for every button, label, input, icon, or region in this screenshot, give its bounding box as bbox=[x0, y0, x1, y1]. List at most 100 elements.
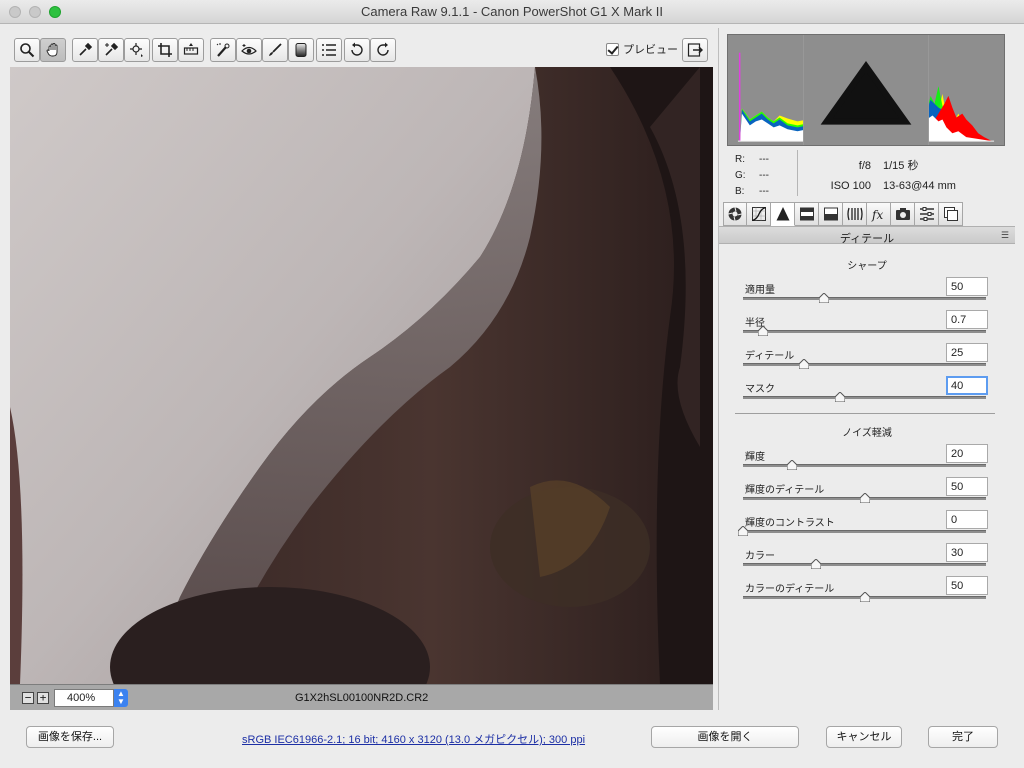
iso-value: ISO 100 bbox=[830, 180, 871, 192]
tab-basic[interactable] bbox=[723, 202, 747, 226]
slider-value-field[interactable]: 40 bbox=[946, 376, 988, 395]
filename-label: G1X2hSL00100NR2D.CR2 bbox=[295, 692, 429, 704]
slider-label: 輝度のコントラスト bbox=[745, 518, 835, 529]
slider-thumb-icon[interactable] bbox=[798, 358, 810, 370]
tab-split-toning[interactable] bbox=[819, 202, 843, 226]
slider-value-field[interactable]: 0.7 bbox=[946, 310, 988, 329]
red-eye-tool[interactable] bbox=[236, 38, 262, 62]
right-panel: R: --- G: --- B: --- f/8 1/15 秒 ISO 100 13-63… bbox=[718, 28, 1015, 710]
slider-label: 輝度のディテール bbox=[745, 485, 825, 496]
slider-row: 半径 0.7 bbox=[743, 310, 988, 346]
targeted-adjustment-tool[interactable] bbox=[124, 38, 150, 62]
tab-effects[interactable]: fx bbox=[867, 202, 891, 226]
save-image-button[interactable]: 画像を保存... bbox=[26, 726, 114, 748]
lens-icon bbox=[846, 207, 863, 221]
bottom-bar: 画像を保存... sRGB IEC61966-2.1; 16 bit; 4160… bbox=[0, 712, 1024, 768]
slider-value-field[interactable]: 50 bbox=[946, 576, 988, 595]
section-divider bbox=[735, 413, 995, 414]
rgb-readout: R: --- G: --- B: --- bbox=[735, 152, 769, 200]
panel-header: ディテール ☰ bbox=[719, 226, 1015, 245]
slider-row: 適用量 50 bbox=[743, 277, 988, 313]
preview-toggle[interactable]: プレビュー bbox=[606, 41, 678, 57]
slider-label: 適用量 bbox=[745, 285, 775, 296]
hand-tool[interactable] bbox=[40, 38, 66, 62]
done-button[interactable]: 完了 bbox=[928, 726, 998, 748]
image-preview[interactable] bbox=[10, 67, 713, 684]
color-sampler-icon bbox=[105, 42, 119, 56]
magnifier-icon bbox=[20, 43, 35, 58]
zoom-tool[interactable] bbox=[14, 38, 40, 62]
slider-thumb-icon[interactable] bbox=[818, 292, 830, 304]
zoom-level-field[interactable]: 400% bbox=[54, 689, 114, 707]
slider-track[interactable] bbox=[743, 530, 986, 533]
slider-thumb-icon[interactable] bbox=[859, 492, 870, 504]
slider-row: 輝度 20 bbox=[743, 444, 988, 480]
histogram bbox=[727, 34, 1005, 146]
workflow-options-link[interactable]: sRGB IEC61966-2.1; 16 bit; 4160 x 3120 (… bbox=[242, 731, 585, 747]
spot-removal-tool[interactable] bbox=[210, 38, 236, 62]
slider-track[interactable] bbox=[743, 363, 986, 366]
chevron-updown-icon: ▲ ▼ bbox=[117, 689, 125, 706]
r-value: --- bbox=[759, 154, 769, 165]
zoom-in-button[interactable]: + bbox=[37, 692, 49, 704]
preview-checkbox[interactable] bbox=[606, 42, 619, 56]
panel-menu-icon[interactable]: ☰ bbox=[1001, 230, 1009, 241]
sharpen-section-title: シャープ bbox=[847, 261, 887, 272]
open-image-button[interactable]: 画像を開く bbox=[651, 726, 799, 748]
aperture-value: f/8 bbox=[858, 160, 871, 172]
slider-row: カラーのディテール 50 bbox=[743, 576, 988, 612]
slider-track[interactable] bbox=[743, 297, 986, 300]
slider-value-field[interactable]: 25 bbox=[946, 343, 988, 362]
tab-hsl[interactable] bbox=[795, 202, 819, 226]
slider-thumb-icon[interactable] bbox=[834, 391, 846, 403]
eyedropper-icon bbox=[79, 42, 93, 56]
slider-value-field[interactable]: 50 bbox=[946, 277, 988, 296]
cancel-button[interactable]: キャンセル bbox=[826, 726, 902, 748]
slider-thumb-icon[interactable] bbox=[737, 525, 749, 537]
split-toning-icon bbox=[823, 207, 838, 221]
crop-tool[interactable] bbox=[152, 38, 178, 62]
detail-triangle-icon bbox=[776, 207, 789, 221]
slider-value-field[interactable]: 50 bbox=[946, 477, 988, 496]
rotate-cw-tool[interactable] bbox=[370, 38, 396, 62]
panel-tabs: fx bbox=[719, 202, 1015, 226]
slider-thumb-icon[interactable] bbox=[859, 591, 870, 603]
slider-value-field[interactable]: 20 bbox=[946, 444, 988, 463]
adjustment-brush-tool[interactable] bbox=[262, 38, 288, 62]
slider-thumb-icon[interactable] bbox=[786, 459, 798, 471]
white-balance-tool[interactable] bbox=[72, 38, 98, 62]
slider-track[interactable] bbox=[743, 330, 986, 333]
color-sampler-tool[interactable] bbox=[98, 38, 124, 62]
straighten-tool[interactable] bbox=[178, 38, 204, 62]
graduated-filter-tool[interactable] bbox=[288, 38, 314, 62]
fullscreen-button[interactable] bbox=[682, 38, 708, 62]
g-label: G: bbox=[735, 170, 746, 181]
tab-presets[interactable] bbox=[915, 202, 939, 226]
slider-track[interactable] bbox=[743, 464, 986, 467]
slider-row: ディテール 25 bbox=[743, 343, 988, 379]
exif-info: f/8 1/15 秒 ISO 100 13-63@44 mm bbox=[827, 156, 956, 196]
snapshots-icon bbox=[943, 207, 958, 221]
slider-thumb-icon[interactable] bbox=[810, 558, 822, 570]
tab-lens-corrections[interactable] bbox=[843, 202, 867, 226]
tab-camera-calibration[interactable] bbox=[891, 202, 915, 226]
tab-snapshots[interactable] bbox=[939, 202, 963, 226]
zoom-dropdown-button[interactable]: ▲ ▼ bbox=[114, 689, 128, 707]
highlight-clipping-warning-icon[interactable] bbox=[728, 35, 1004, 145]
camera-icon bbox=[895, 208, 910, 220]
slider-track[interactable] bbox=[743, 563, 986, 566]
preferences-tool[interactable] bbox=[316, 38, 342, 62]
eye-icon bbox=[241, 44, 257, 55]
tab-detail[interactable] bbox=[771, 202, 795, 226]
slider-thumb-icon[interactable] bbox=[757, 325, 769, 337]
tab-tone-curve[interactable] bbox=[747, 202, 771, 226]
slider-label: 輝度 bbox=[745, 452, 765, 463]
slider-value-field[interactable]: 30 bbox=[946, 543, 988, 562]
r-label: R: bbox=[735, 154, 745, 165]
slider-track[interactable] bbox=[743, 396, 986, 399]
slider-value-field[interactable]: 0 bbox=[946, 510, 988, 529]
slider-label: カラー bbox=[745, 551, 775, 562]
zoom-out-button[interactable]: − bbox=[22, 692, 34, 704]
rotate-ccw-tool[interactable] bbox=[344, 38, 370, 62]
slider-row: 輝度のコントラスト 0 bbox=[737, 510, 988, 546]
